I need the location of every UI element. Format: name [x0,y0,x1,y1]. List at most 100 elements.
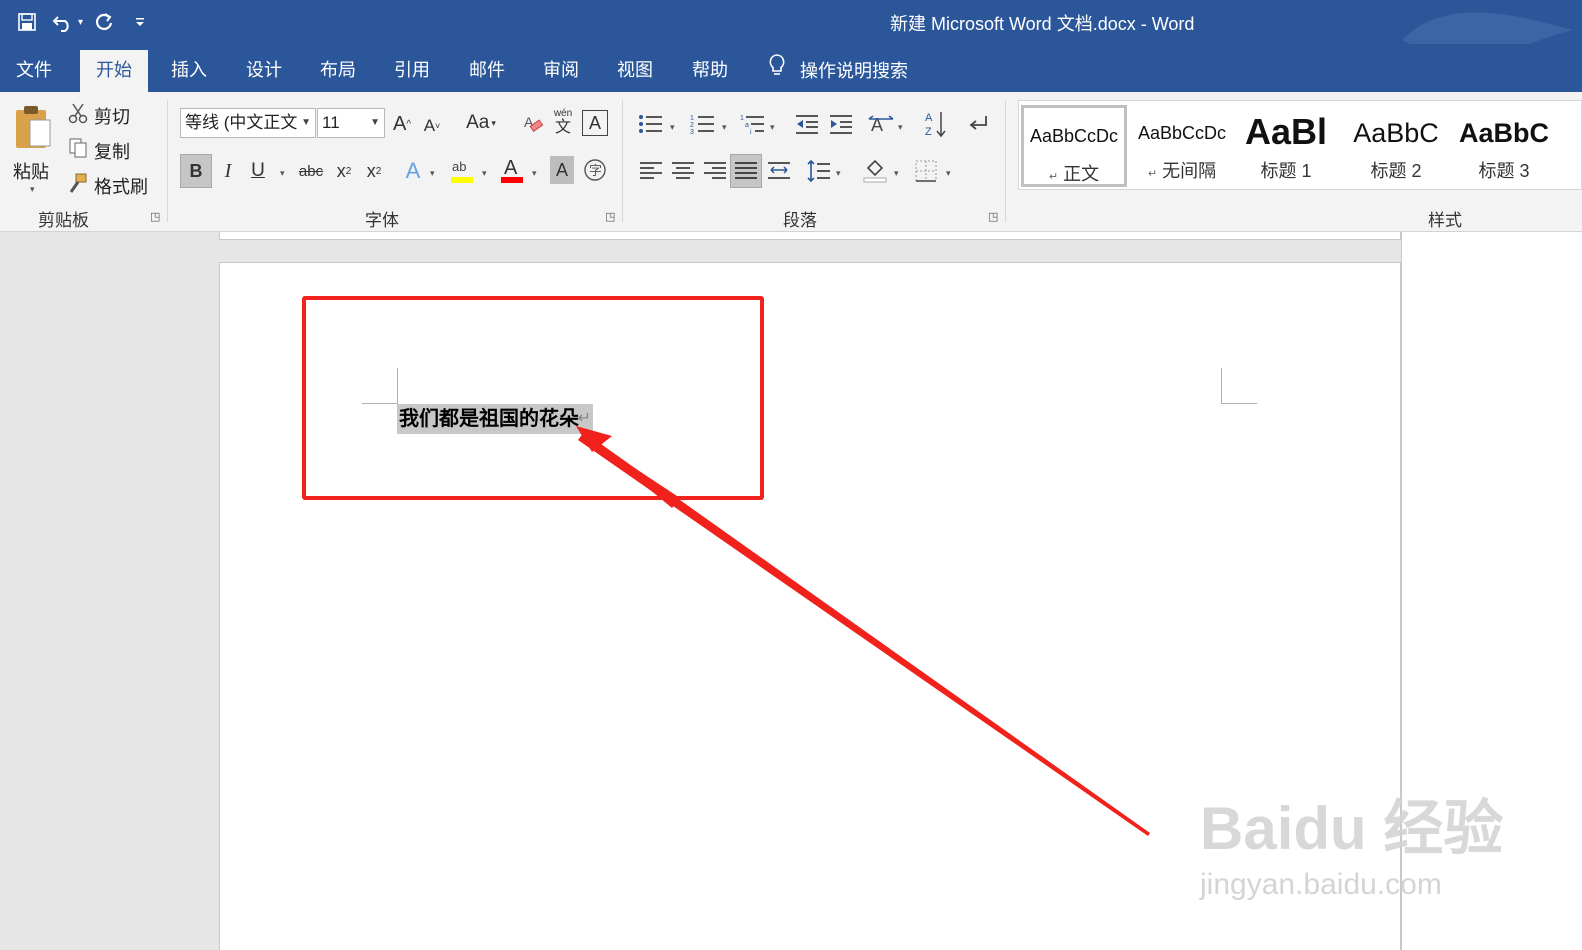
svg-text:i: i [750,129,752,135]
style-sample: AaBbC [1353,118,1439,148]
align-right-icon[interactable] [700,156,730,186]
svg-text:A: A [504,157,518,179]
paste-button[interactable]: 粘贴 ▾ [8,100,58,195]
repeat-icon[interactable] [89,7,119,37]
svg-text:1: 1 [740,115,744,122]
font-size-combo[interactable]: 11 ▼ [317,108,385,138]
multilevel-list-icon[interactable]: 1ai [738,110,768,138]
clipboard-launcher-icon[interactable]: ◳ [150,210,160,223]
enclose-characters-icon[interactable]: 字 [582,156,608,184]
phonetic-guide-button[interactable]: wén 文 [550,106,576,140]
italic-button[interactable]: I [216,156,240,186]
bullets-dropdown-icon[interactable]: ▾ [670,122,675,133]
align-center-icon[interactable] [668,156,698,186]
shading-icon[interactable] [860,154,890,186]
style-sample: AaBbC [1458,118,1549,148]
style-normal[interactable]: AaBbCcDc ↵ 正文 [1021,105,1127,187]
style-heading-3[interactable]: AaBbC 标题 3 [1451,105,1557,187]
style-name: 标题 1 [1260,161,1312,181]
subscript-button[interactable]: x2 [332,156,356,186]
text-effects-dropdown-icon[interactable]: ▾ [430,168,435,179]
cut-button[interactable]: 剪切 [68,102,130,129]
borders-dropdown-icon[interactable]: ▾ [946,168,951,179]
style-name: 标题 2 [1370,161,1422,181]
increase-indent-icon[interactable] [826,110,856,138]
font-color-dropdown-icon[interactable]: ▾ [532,168,537,179]
character-border-icon[interactable]: A [582,110,608,136]
tab-file[interactable]: 文件 [0,50,68,92]
line-spacing-dropdown-icon[interactable]: ▾ [836,168,841,179]
svg-text:a: a [745,122,749,129]
undo-dropdown-icon[interactable]: ▾ [78,17,83,28]
numbering-icon[interactable]: 123 [688,110,718,138]
highlight-dropdown-icon[interactable]: ▾ [482,168,487,179]
clear-formatting-icon[interactable]: A [520,110,546,138]
font-color-icon[interactable]: A [498,154,526,186]
distributed-icon[interactable] [764,156,794,186]
underline-button[interactable]: U [246,156,270,186]
style-sample: AaBbCcDc [1137,123,1227,143]
tab-review[interactable]: 审阅 [527,50,595,92]
tab-layout[interactable]: 布局 [304,50,372,92]
watermark-brand: Baidu 经验 [1200,795,1504,862]
style-no-spacing[interactable]: AaBbCcDc ↵ 无间隔 [1129,105,1235,187]
underline-dropdown-icon[interactable]: ▾ [280,168,285,179]
tab-help[interactable]: 帮助 [676,50,744,92]
tab-mailings[interactable]: 邮件 [453,50,521,92]
style-name: 标题 3 [1478,161,1530,181]
paste-dropdown-icon[interactable]: ▾ [30,184,35,195]
change-case-button[interactable]: Aa ▾ [460,108,502,138]
tab-references[interactable]: 引用 [378,50,446,92]
lightbulb-icon [768,51,786,91]
svg-text:2: 2 [690,122,694,129]
character-shading-icon[interactable]: A [550,156,574,184]
customize-dropdown-icon[interactable] [125,7,155,37]
bold-button[interactable]: B [180,154,212,188]
text-effects-icon[interactable]: A [400,156,426,186]
paragraph-launcher-icon[interactable]: ◳ [988,210,998,223]
copy-button[interactable]: 复制 [68,137,130,164]
style-heading-1[interactable]: AaBl 标题 1 [1235,105,1337,187]
grow-font-icon[interactable]: A ^ [390,110,414,138]
shrink-font-icon[interactable]: A ˅ [420,112,444,140]
copy-icon [68,137,88,164]
chinese-layout-icon[interactable]: A [866,110,896,138]
paragraph-mark-icon: ↵ [1048,171,1059,183]
tab-design[interactable]: 设计 [230,50,298,92]
cut-label: 剪切 [94,106,130,127]
tab-home[interactable]: 开始 [80,50,148,92]
sort-icon[interactable]: AZ [922,108,950,140]
tell-me-search[interactable]: 操作说明搜索 [768,50,908,92]
line-spacing-icon[interactable] [804,156,834,186]
shading-dropdown-icon[interactable]: ▾ [894,168,899,179]
superscript-button[interactable]: x2 [362,156,386,186]
style-heading-2[interactable]: AaBbC 标题 2 [1343,105,1449,187]
borders-icon[interactable] [912,156,940,186]
align-left-icon[interactable] [636,156,666,186]
save-icon[interactable] [12,7,42,37]
show-paragraph-marks-icon[interactable] [962,110,992,138]
font-name-value: 等线 (中文正文 [185,113,298,132]
tab-view[interactable]: 视图 [601,50,669,92]
font-name-combo[interactable]: 等线 (中文正文 ▼ [180,108,316,138]
annotation-highlight-box [302,296,764,500]
chinese-layout-dropdown-icon[interactable]: ▾ [898,122,903,133]
highlight-icon[interactable]: ab [448,154,476,186]
phonetic-label: wén [553,108,573,119]
format-painter-button[interactable]: 格式刷 [68,172,148,199]
bullets-icon[interactable] [636,110,666,138]
paintbrush-icon [68,172,88,199]
clipboard-group-label: 剪贴板 [38,211,89,230]
undo-icon[interactable] [48,7,78,37]
svg-text:字: 字 [589,164,602,179]
font-launcher-icon[interactable]: ◳ [605,210,615,223]
quick-access-toolbar: ▾ [12,6,155,38]
decrease-indent-icon[interactable] [792,110,822,138]
strikethrough-button[interactable]: abc [296,156,326,186]
multilevel-dropdown-icon[interactable]: ▾ [770,122,775,133]
justify-icon[interactable] [730,154,762,188]
numbering-dropdown-icon[interactable]: ▾ [722,122,727,133]
tab-insert[interactable]: 插入 [155,50,223,92]
style-sample: AaBbCcDc [1029,126,1119,146]
svg-text:3: 3 [690,129,694,135]
